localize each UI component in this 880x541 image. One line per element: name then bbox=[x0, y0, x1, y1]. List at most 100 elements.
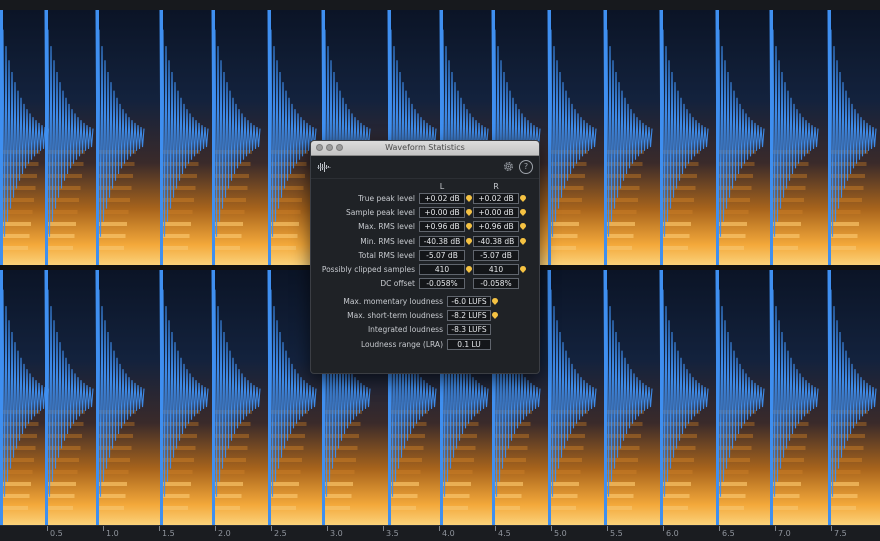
harmonic-band bbox=[212, 174, 249, 178]
harmonic-band bbox=[716, 434, 753, 438]
stat-label: Max. RMS level bbox=[358, 222, 415, 232]
stat-value-right: -5.07 dB bbox=[473, 249, 519, 261]
harmonic-band bbox=[212, 506, 240, 510]
timeline-tick-label: 2.5 bbox=[274, 529, 287, 538]
timeline-tick bbox=[103, 526, 104, 531]
peak-marker-icon[interactable] bbox=[466, 195, 472, 202]
harmonic-band bbox=[96, 506, 124, 510]
top-bar bbox=[0, 0, 880, 10]
waveform-spike bbox=[828, 10, 831, 265]
stat-value-right: -40.38 dB bbox=[473, 235, 519, 247]
harmonic-band bbox=[0, 246, 28, 250]
waveform-spike bbox=[45, 270, 48, 525]
harmonic-band bbox=[268, 434, 305, 438]
stat-value-left: -40.38 dB bbox=[419, 235, 465, 247]
harmonic-band bbox=[716, 174, 753, 178]
waveform-spike bbox=[828, 270, 831, 525]
timeline-tick-label: 5.5 bbox=[610, 529, 623, 538]
harmonic-band bbox=[828, 434, 865, 438]
peak-marker-icon[interactable] bbox=[466, 237, 472, 245]
stat-row: Possibly clipped samples 410 410 bbox=[311, 264, 539, 276]
waveform-spike bbox=[770, 270, 773, 525]
harmonic-band bbox=[388, 506, 416, 510]
close-button[interactable] bbox=[316, 144, 323, 151]
timeline-tick bbox=[719, 526, 720, 531]
stat-label: Sample peak level bbox=[345, 208, 415, 218]
window-title: Waveform Statistics bbox=[385, 143, 465, 152]
gear-icon[interactable] bbox=[502, 160, 515, 173]
panel-toolbar: ? bbox=[311, 156, 539, 179]
peak-marker-icon[interactable] bbox=[466, 266, 472, 273]
peak-marker-icon[interactable] bbox=[520, 209, 526, 217]
harmonic-band bbox=[268, 174, 305, 178]
harmonic-band bbox=[716, 506, 744, 510]
loudness-label: Integrated loudness bbox=[367, 325, 443, 335]
peak-marker-icon[interactable] bbox=[492, 298, 498, 305]
harmonic-band bbox=[212, 246, 240, 250]
peak-marker-icon[interactable] bbox=[466, 223, 472, 231]
harmonic-band bbox=[0, 174, 37, 178]
timeline-tick-label: 6.5 bbox=[722, 529, 735, 538]
harmonic-band bbox=[322, 506, 350, 510]
stat-value-left: +0.96 dB bbox=[419, 221, 465, 233]
harmonic-band bbox=[45, 434, 82, 438]
window-titlebar[interactable]: Waveform Statistics bbox=[311, 141, 539, 156]
harmonic-band bbox=[388, 434, 425, 438]
harmonic-band bbox=[492, 434, 529, 438]
waveform-spike bbox=[660, 270, 663, 525]
harmonic-band bbox=[770, 434, 807, 438]
harmonic-band bbox=[548, 174, 585, 178]
stat-value-right: +0.96 dB bbox=[473, 221, 519, 233]
harmonic-band bbox=[0, 434, 37, 438]
harmonic-band bbox=[660, 246, 688, 250]
waveform-spike bbox=[268, 270, 271, 525]
timeline-tick-label: 3.5 bbox=[386, 529, 399, 538]
stat-value-right: -0.058% bbox=[473, 278, 519, 290]
waveform-spike bbox=[716, 10, 719, 265]
harmonic-band bbox=[212, 434, 249, 438]
loudness-row: Integrated loudness -8.3 LUFS bbox=[311, 324, 539, 336]
harmonic-band bbox=[828, 506, 856, 510]
harmonic-band bbox=[322, 434, 359, 438]
peak-marker-icon[interactable] bbox=[520, 237, 526, 245]
stat-label: Total RMS level bbox=[358, 250, 415, 260]
waveform-spike bbox=[0, 270, 3, 525]
peak-marker-icon[interactable] bbox=[520, 195, 526, 202]
harmonic-band bbox=[0, 506, 28, 510]
timeline-tick bbox=[607, 526, 608, 531]
harmonic-band bbox=[770, 174, 807, 178]
harmonic-band bbox=[160, 246, 188, 250]
timeline-tick-label: 6.0 bbox=[666, 529, 679, 538]
harmonic-band bbox=[268, 506, 296, 510]
stat-label: Min. RMS level bbox=[360, 236, 415, 246]
timeline-ruler[interactable]: 0.5 1.0 1.5 2.0 2.5 3.0 3.5 4.0 4.5 5.0 5.5 6.0 6.5 7… bbox=[0, 525, 880, 541]
stat-label: True peak level bbox=[358, 194, 415, 203]
peak-marker-icon[interactable] bbox=[466, 209, 472, 217]
help-icon[interactable]: ? bbox=[519, 160, 533, 174]
loudness-value: -8.3 LUFS bbox=[447, 324, 491, 336]
waveform-spike bbox=[268, 10, 271, 265]
waveform-spike bbox=[716, 270, 719, 525]
peak-marker-icon[interactable] bbox=[520, 266, 526, 273]
loudness-row: Max. momentary loudness -6.0 LUFS bbox=[311, 296, 539, 308]
peak-marker-icon[interactable] bbox=[520, 223, 526, 231]
loudness-label: Max. short-term loudness bbox=[347, 311, 443, 321]
timeline-tick bbox=[383, 526, 384, 531]
harmonic-band bbox=[440, 506, 468, 510]
stat-row: Max. RMS level +0.96 dB +0.96 dB bbox=[311, 221, 539, 233]
zoom-button[interactable] bbox=[336, 144, 343, 151]
timeline-tick bbox=[775, 526, 776, 531]
column-header-left: L bbox=[439, 182, 445, 191]
timeline-tick-label: 4.0 bbox=[442, 529, 455, 538]
minimize-button[interactable] bbox=[326, 144, 333, 151]
stat-row: Min. RMS level -40.38 dB -40.38 dB bbox=[311, 235, 539, 248]
harmonic-band bbox=[716, 246, 744, 250]
waveform-spike bbox=[96, 10, 99, 265]
stat-value-right: +0.02 dB bbox=[473, 193, 519, 204]
timeline-tick bbox=[439, 526, 440, 531]
timeline-tick-label: 7.0 bbox=[778, 529, 791, 538]
peak-marker-icon[interactable] bbox=[492, 312, 498, 320]
harmonic-band bbox=[604, 174, 641, 178]
timeline-tick-label: 2.0 bbox=[218, 529, 231, 538]
waveform-spike bbox=[548, 270, 551, 525]
